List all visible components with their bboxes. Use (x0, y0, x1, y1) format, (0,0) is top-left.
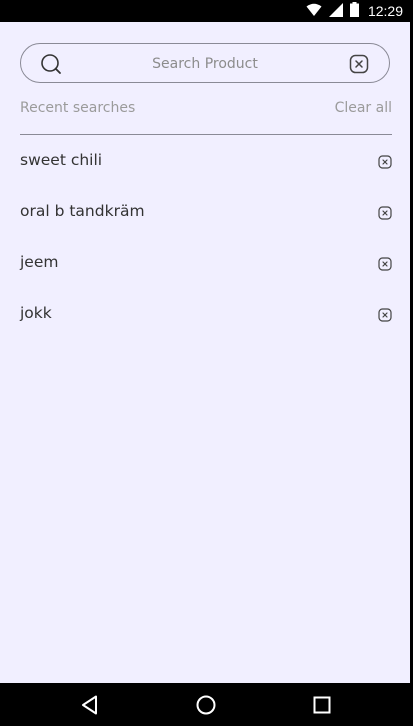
status-icons: 12:29 (306, 1, 403, 21)
recent-search-label: sweet chili (20, 151, 103, 169)
remove-icon[interactable] (378, 307, 392, 322)
search-box[interactable] (20, 43, 390, 84)
search-icon (40, 53, 62, 75)
divider (20, 134, 392, 135)
status-time: 12:29 (367, 3, 403, 19)
wifi-icon (306, 2, 322, 21)
clear-all-button[interactable]: Clear all (335, 100, 392, 116)
recent-search-item[interactable]: oral b tandkräm (20, 187, 392, 238)
clear-search-icon[interactable] (349, 54, 369, 74)
recents-icon[interactable] (311, 694, 333, 716)
status-bar: 12:29 (0, 0, 413, 22)
recent-searches-header: Recent searches Clear all (20, 100, 392, 120)
battery-icon (349, 1, 359, 21)
remove-icon[interactable] (378, 154, 392, 169)
recent-search-item[interactable]: jokk (20, 289, 392, 340)
recent-search-item[interactable]: sweet chili (20, 136, 392, 187)
search-input[interactable] (81, 44, 329, 84)
navigation-bar (0, 683, 413, 726)
recent-search-label: oral b tandkräm (20, 202, 145, 220)
recent-search-label: jeem (20, 253, 59, 271)
recent-searches-title: Recent searches (20, 100, 136, 116)
cellular-signal-icon (328, 2, 343, 21)
remove-icon[interactable] (378, 256, 392, 271)
recent-searches-list: sweet chili oral b tandkräm jeem jokk (20, 136, 392, 340)
recent-search-item[interactable]: jeem (20, 238, 392, 289)
back-icon[interactable] (79, 694, 101, 716)
recent-search-label: jokk (20, 304, 52, 322)
remove-icon[interactable] (378, 205, 392, 220)
home-icon[interactable] (195, 694, 217, 716)
search-screen: Recent searches Clear all sweet chili or… (0, 22, 410, 683)
